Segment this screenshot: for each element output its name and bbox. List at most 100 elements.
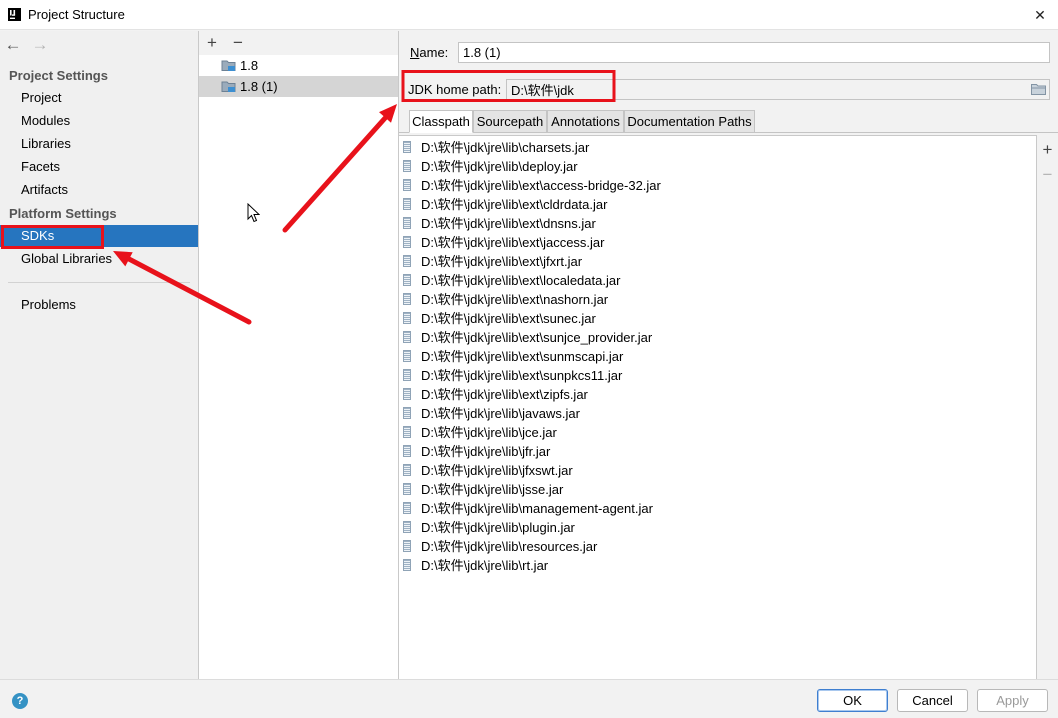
close-icon: ✕ [1034, 7, 1046, 23]
title-bar: Project Structure ✕ [0, 0, 1058, 30]
classpath-list[interactable]: D:\软件\jdk\jre\lib\charsets.jar D:\软件\jdk… [399, 135, 1037, 679]
jar-file-icon [403, 349, 411, 362]
folder-browse-icon[interactable] [1031, 83, 1046, 95]
classpath-entry[interactable]: D:\软件\jdk\jre\lib\jsse.jar [399, 479, 1036, 498]
classpath-entry-path: D:\软件\jdk\jre\lib\charsets.jar [421, 140, 590, 155]
jar-file-icon [403, 254, 411, 267]
tab-label: Annotations [551, 114, 620, 129]
jar-file-icon [403, 444, 411, 457]
sidebar-item-facets[interactable]: Facets [0, 156, 198, 178]
sidebar-item-project[interactable]: Project [0, 87, 198, 109]
add-sdk-button[interactable]: + [204, 32, 220, 54]
classpath-entry-path: D:\软件\jdk\jre\lib\ext\jaccess.jar [421, 235, 605, 250]
cancel-button[interactable]: Cancel [897, 689, 968, 712]
sidebar-item-problems[interactable]: Problems [0, 294, 198, 316]
jar-file-icon [403, 425, 411, 438]
jar-file-icon [403, 178, 411, 191]
classpath-entry[interactable]: D:\软件\jdk\jre\lib\deploy.jar [399, 156, 1036, 175]
arrow-left-icon: ← [4, 35, 22, 54]
jar-file-icon [403, 463, 411, 476]
jdk-home-path-label: JDK home path: [408, 82, 502, 97]
sidebar-item-sdks[interactable]: SDKs [0, 225, 198, 247]
classpath-entry[interactable]: D:\软件\jdk\jre\lib\ext\sunec.jar [399, 308, 1036, 327]
jar-file-icon [403, 311, 411, 324]
tab-label: Documentation Paths [627, 114, 752, 129]
jar-file-icon [403, 501, 411, 514]
classpath-entry[interactable]: D:\软件\jdk\jre\lib\rt.jar [399, 555, 1036, 574]
classpath-entry-path: D:\软件\jdk\jre\lib\ext\sunpkcs11.jar [421, 368, 623, 383]
sdk-list-item[interactable]: 1.8 [199, 55, 398, 76]
plus-icon: + [207, 33, 217, 52]
sdk-list-item-selected[interactable]: 1.8 (1) [199, 76, 398, 97]
classpath-entry[interactable]: D:\软件\jdk\jre\lib\plugin.jar [399, 517, 1036, 536]
remove-classpath-button[interactable]: − [1039, 165, 1056, 185]
sdk-detail-panel: Name: JDK home path: Classpath Sourcepat… [399, 31, 1058, 679]
name-label: Name: [410, 45, 449, 60]
back-button[interactable]: ← [4, 35, 22, 55]
jdk-home-path-input[interactable] [507, 80, 1022, 99]
tab-label: Sourcepath [476, 114, 544, 129]
classpath-entry-path: D:\软件\jdk\jre\lib\plugin.jar [421, 520, 575, 535]
intellij-logo-icon [8, 8, 21, 21]
classpath-entry[interactable]: D:\软件\jdk\jre\lib\javaws.jar [399, 403, 1036, 422]
classpath-entry[interactable]: D:\软件\jdk\jre\lib\ext\nashorn.jar [399, 289, 1036, 308]
arrow-right-icon: → [31, 35, 49, 54]
sidebar-item-libraries[interactable]: Libraries [0, 133, 198, 155]
add-classpath-button[interactable]: + [1039, 140, 1056, 160]
classpath-entry[interactable]: D:\软件\jdk\jre\lib\resources.jar [399, 536, 1036, 555]
classpath-entry[interactable]: D:\软件\jdk\jre\lib\ext\zipfs.jar [399, 384, 1036, 403]
classpath-entry[interactable]: D:\软件\jdk\jre\lib\ext\cldrdata.jar [399, 194, 1036, 213]
sdk-folder-icon [221, 81, 236, 92]
classpath-entry-path: D:\软件\jdk\jre\lib\jce.jar [421, 425, 557, 440]
ok-button[interactable]: OK [817, 689, 888, 712]
classpath-toolbar: + − [1037, 135, 1058, 679]
classpath-entry[interactable]: D:\软件\jdk\jre\lib\ext\sunmscapi.jar [399, 346, 1036, 365]
jar-file-icon [403, 482, 411, 495]
sidebar-item-artifacts[interactable]: Artifacts [0, 179, 198, 201]
classpath-entry[interactable]: D:\软件\jdk\jre\lib\ext\localedata.jar [399, 270, 1036, 289]
minus-icon: − [1042, 165, 1053, 184]
tab-documentation-paths[interactable]: Documentation Paths [624, 110, 755, 133]
sidebar-item-label: Project [21, 90, 62, 105]
classpath-entry[interactable]: D:\软件\jdk\jre\lib\ext\jfxrt.jar [399, 251, 1036, 270]
jar-file-icon [403, 140, 411, 153]
tab-annotations[interactable]: Annotations [547, 110, 624, 133]
sdk-name-input[interactable] [458, 42, 1050, 63]
sidebar-item-modules[interactable]: Modules [0, 110, 198, 132]
classpath-entry[interactable]: D:\软件\jdk\jre\lib\ext\sunjce_provider.ja… [399, 327, 1036, 346]
tab-classpath[interactable]: Classpath [409, 110, 473, 133]
classpath-entry[interactable]: D:\软件\jdk\jre\lib\jce.jar [399, 422, 1036, 441]
classpath-entry[interactable]: D:\软件\jdk\jre\lib\ext\access-bridge-32.j… [399, 175, 1036, 194]
classpath-entry-path: D:\软件\jdk\jre\lib\management-agent.jar [421, 501, 653, 516]
classpath-entry-path: D:\软件\jdk\jre\lib\javaws.jar [421, 406, 580, 421]
dialog-footer: ? OK Cancel Apply [0, 679, 1058, 718]
classpath-entry-path: D:\软件\jdk\jre\lib\deploy.jar [421, 159, 578, 174]
tab-sourcepath[interactable]: Sourcepath [473, 110, 547, 133]
classpath-entry-path: D:\软件\jdk\jre\lib\ext\cldrdata.jar [421, 197, 608, 212]
jar-file-icon [403, 292, 411, 305]
sidebar-item-global-libraries[interactable]: Global Libraries [0, 248, 198, 270]
help-icon: ? [16, 695, 24, 707]
sdk-list-item-label: 1.8 (1) [240, 79, 278, 94]
classpath-entry[interactable]: D:\软件\jdk\jre\lib\jfxswt.jar [399, 460, 1036, 479]
classpath-entry[interactable]: D:\软件\jdk\jre\lib\ext\jaccess.jar [399, 232, 1036, 251]
classpath-entry-path: D:\软件\jdk\jre\lib\ext\sunjce_provider.ja… [421, 330, 653, 345]
forward-button[interactable]: → [31, 35, 49, 55]
classpath-entry-path: D:\软件\jdk\jre\lib\ext\dnsns.jar [421, 216, 596, 231]
remove-sdk-button[interactable]: − [230, 32, 246, 54]
sidebar-item-label: Problems [21, 297, 76, 312]
classpath-entry[interactable]: D:\软件\jdk\jre\lib\ext\sunpkcs11.jar [399, 365, 1036, 384]
jar-file-icon [403, 197, 411, 210]
sidebar-item-label: Modules [21, 113, 71, 128]
classpath-entry[interactable]: D:\软件\jdk\jre\lib\management-agent.jar [399, 498, 1036, 517]
plus-icon: + [1042, 140, 1053, 159]
classpath-entry[interactable]: D:\软件\jdk\jre\lib\jfr.jar [399, 441, 1036, 460]
close-button[interactable]: ✕ [1030, 5, 1050, 25]
jar-file-icon [403, 216, 411, 229]
classpath-entry-path: D:\软件\jdk\jre\lib\ext\sunmscapi.jar [421, 349, 624, 364]
sdk-list-panel: + − 1.8 1.8 (1) [199, 31, 399, 679]
classpath-entry[interactable]: D:\软件\jdk\jre\lib\charsets.jar [399, 137, 1036, 156]
classpath-entry[interactable]: D:\软件\jdk\jre\lib\ext\dnsns.jar [399, 213, 1036, 232]
apply-button[interactable]: Apply [977, 689, 1048, 712]
help-button[interactable]: ? [12, 693, 28, 709]
